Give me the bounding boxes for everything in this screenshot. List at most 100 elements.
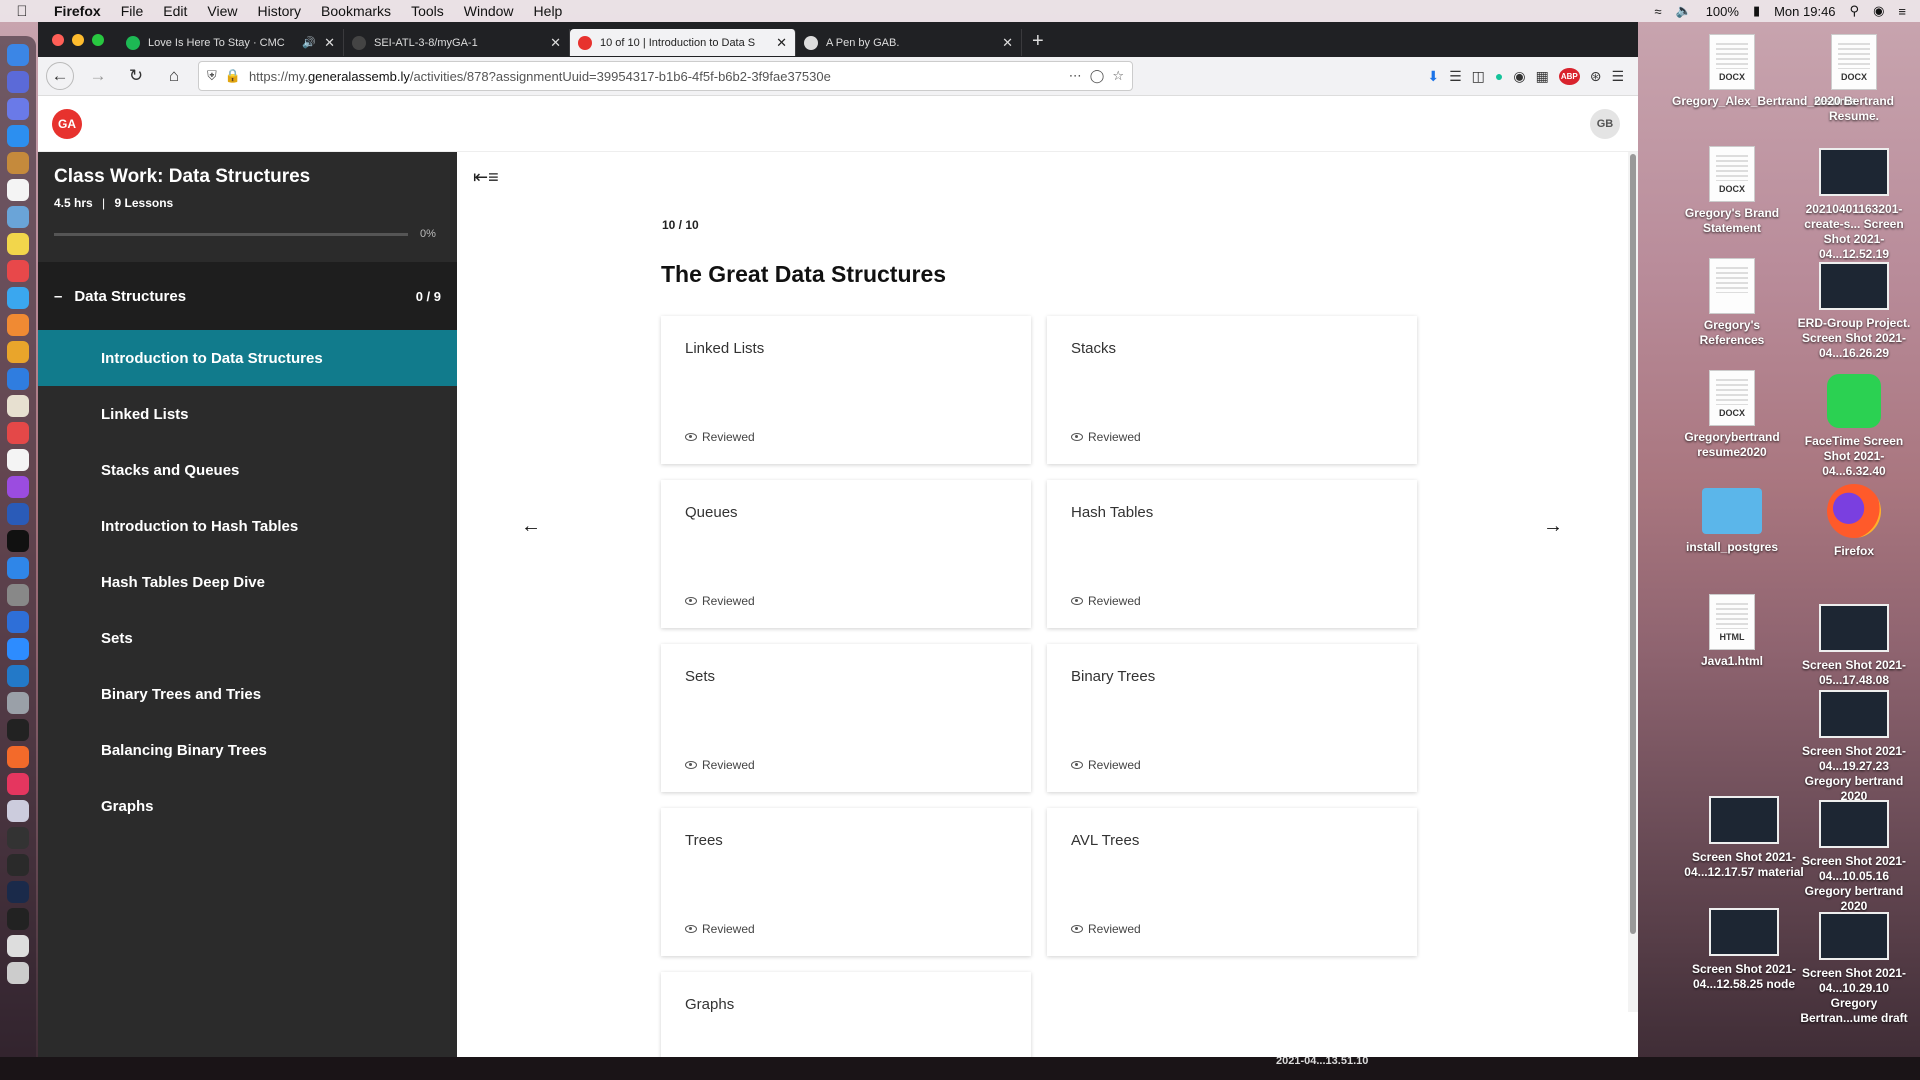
lesson-item[interactable]: Graphs — [38, 778, 457, 834]
menu-bookmarks[interactable]: Bookmarks — [311, 3, 401, 19]
desktop-file[interactable]: DOCX Gregory_Alex_Bertrand_resume — [1672, 34, 1857, 109]
minimized-window-icon[interactable] — [7, 881, 29, 903]
scrollbar-thumb[interactable] — [1630, 154, 1636, 934]
desktop-screenshot[interactable]: Screen Shot 2021-04...19.27.23 Gregory b… — [1794, 690, 1914, 804]
lesson-item[interactable]: Binary Trees and Tries — [38, 666, 457, 722]
extension-icon[interactable]: ⊛ — [1590, 68, 1602, 85]
desktop-screenshot[interactable]: 20210401163201-create-s... Screen Shot 2… — [1794, 148, 1914, 262]
firefox-dock-icon[interactable] — [7, 746, 29, 768]
topic-card[interactable]: Queues Reviewed — [661, 480, 1031, 628]
topic-card[interactable]: Stacks Reviewed — [1047, 316, 1417, 464]
desktop-facetime[interactable]: FaceTime Screen Shot 2021-04...6.32.40 — [1794, 374, 1914, 479]
topic-card[interactable]: AVL Trees Reviewed — [1047, 808, 1417, 956]
browser-tab-active[interactable]: 10 of 10 | Introduction to Data S ✕ — [570, 29, 796, 56]
lesson-item[interactable]: Sets — [38, 610, 457, 666]
desktop-file[interactable]: DOCX Gregory's Brand Statement — [1672, 146, 1792, 236]
collapse-icon[interactable]: – — [54, 288, 62, 305]
close-tab-icon[interactable]: ✕ — [324, 35, 335, 51]
browser-tab[interactable]: A Pen by GAB. ✕ — [796, 29, 1022, 56]
topic-card[interactable]: Binary Trees Reviewed — [1047, 644, 1417, 792]
shield-icon[interactable]: ⛨ — [207, 68, 217, 84]
reload-button[interactable]: ↻ — [122, 62, 150, 90]
grammarly-icon[interactable]: ● — [1495, 68, 1503, 84]
podcasts-icon[interactable] — [7, 476, 29, 498]
help-icon[interactable] — [7, 692, 29, 714]
notes-icon[interactable] — [7, 233, 29, 255]
zoom-window-button[interactable] — [92, 33, 104, 46]
user-icon[interactable]: ◉ — [1873, 3, 1884, 19]
keynote-icon[interactable] — [7, 368, 29, 390]
news-icon[interactable] — [7, 422, 29, 444]
finder-icon[interactable] — [7, 44, 29, 66]
music-icon[interactable] — [7, 260, 29, 282]
desktop-file[interactable]: DOCX Gregorybertrand resume2020 — [1672, 370, 1792, 460]
desktop-screenshot[interactable]: Screen Shot 2021-05...17.48.08 — [1794, 604, 1914, 688]
page-actions-icon[interactable]: ⋯ — [1069, 68, 1082, 84]
extension-icon[interactable]: ▦ — [1536, 68, 1549, 85]
menu-file[interactable]: File — [111, 3, 154, 19]
minimized-window-icon[interactable] — [7, 827, 29, 849]
minimize-window-button[interactable] — [72, 33, 84, 46]
spotlight-icon[interactable]: ⚲ — [1850, 3, 1860, 19]
desktop-folder[interactable]: install_postgres — [1672, 488, 1792, 555]
battery-percent[interactable]: 100% — [1706, 4, 1739, 19]
desktop-screenshot[interactable]: Screen Shot 2021-04...10.05.16 Gregory b… — [1794, 800, 1914, 914]
finder-window-icon[interactable] — [7, 800, 29, 822]
url-text[interactable]: https://my.generalassemb.ly/activities/8… — [249, 69, 1061, 84]
calendar-icon[interactable] — [7, 179, 29, 201]
topic-card[interactable]: Linked Lists Reviewed — [661, 316, 1031, 464]
next-arrow-icon[interactable]: → — [1543, 515, 1563, 538]
volume-icon[interactable]: 🔈 — [1676, 3, 1692, 19]
sidebar-toggle-icon[interactable]: ◫ — [1472, 68, 1485, 85]
scrollbar[interactable] — [1628, 152, 1638, 1012]
account-icon[interactable]: ◉ — [1513, 68, 1525, 85]
lesson-item[interactable]: Introduction to Hash Tables — [38, 498, 457, 554]
preview-icon[interactable] — [7, 206, 29, 228]
close-tab-icon[interactable]: ✕ — [1002, 35, 1013, 51]
slack-icon[interactable] — [7, 773, 29, 795]
adblock-icon[interactable]: ABP — [1558, 67, 1580, 85]
lesson-item[interactable]: Balancing Binary Trees — [38, 722, 457, 778]
desktop-file[interactable]: HTML Java1.html — [1672, 594, 1792, 669]
pocket-icon[interactable]: ◯ — [1090, 68, 1105, 84]
back-button[interactable]: ← — [46, 62, 74, 90]
menu-tools[interactable]: Tools — [401, 3, 454, 19]
photos-icon[interactable] — [7, 395, 29, 417]
desktop-screenshot[interactable]: Screen Shot 2021-04...12.17.57 material — [1684, 796, 1804, 880]
safari-icon[interactable] — [7, 125, 29, 147]
messages-icon[interactable] — [7, 287, 29, 309]
trash-icon[interactable] — [7, 962, 29, 984]
topic-card[interactable]: Sets Reviewed — [661, 644, 1031, 792]
lesson-item[interactable]: Linked Lists — [38, 386, 457, 442]
bookmark-star-icon[interactable]: ☆ — [1112, 68, 1124, 84]
word-icon[interactable] — [7, 503, 29, 525]
numbers-icon[interactable] — [7, 341, 29, 363]
avatar[interactable]: GB — [1590, 108, 1620, 139]
reminders-icon[interactable] — [7, 449, 29, 471]
collapse-sidebar-icon[interactable]: ⇤≡ — [473, 167, 499, 188]
topic-card[interactable]: Trees Reviewed — [661, 808, 1031, 956]
apple-menu-icon[interactable]:  — [0, 3, 44, 20]
rocket-icon[interactable] — [7, 98, 29, 120]
hamburger-menu-icon[interactable]: ☰ — [1611, 68, 1624, 85]
vscode-icon[interactable] — [7, 665, 29, 687]
lock-icon[interactable]: 🔒 — [225, 68, 241, 84]
menu-view[interactable]: View — [197, 3, 247, 19]
desktop-screenshot[interactable]: ERD-Group Project. Screen Shot 2021-04..… — [1794, 262, 1914, 361]
lesson-item[interactable]: Introduction to Data Structures — [38, 330, 457, 386]
lesson-item[interactable]: Stacks and Queues — [38, 442, 457, 498]
menu-window[interactable]: Window — [454, 3, 524, 19]
close-window-button[interactable] — [52, 33, 64, 46]
section-toggle[interactable]: – Data Structures 0 / 9 — [38, 262, 457, 330]
menu-history[interactable]: History — [247, 3, 311, 19]
system-preferences-icon[interactable] — [7, 584, 29, 606]
menu-help[interactable]: Help — [524, 3, 573, 19]
clock[interactable]: Mon 19:46 — [1774, 4, 1835, 19]
browser-tab[interactable]: Love Is Here To Stay · CMC 🔊 ✕ — [118, 29, 344, 56]
pages-icon[interactable] — [7, 314, 29, 336]
previous-arrow-icon[interactable]: ← — [521, 515, 541, 538]
new-tab-button[interactable]: + — [1022, 30, 1054, 53]
screen-time-icon[interactable] — [7, 611, 29, 633]
speaker-icon[interactable]: 🔊 — [302, 36, 316, 49]
lesson-item[interactable]: Hash Tables Deep Dive — [38, 554, 457, 610]
